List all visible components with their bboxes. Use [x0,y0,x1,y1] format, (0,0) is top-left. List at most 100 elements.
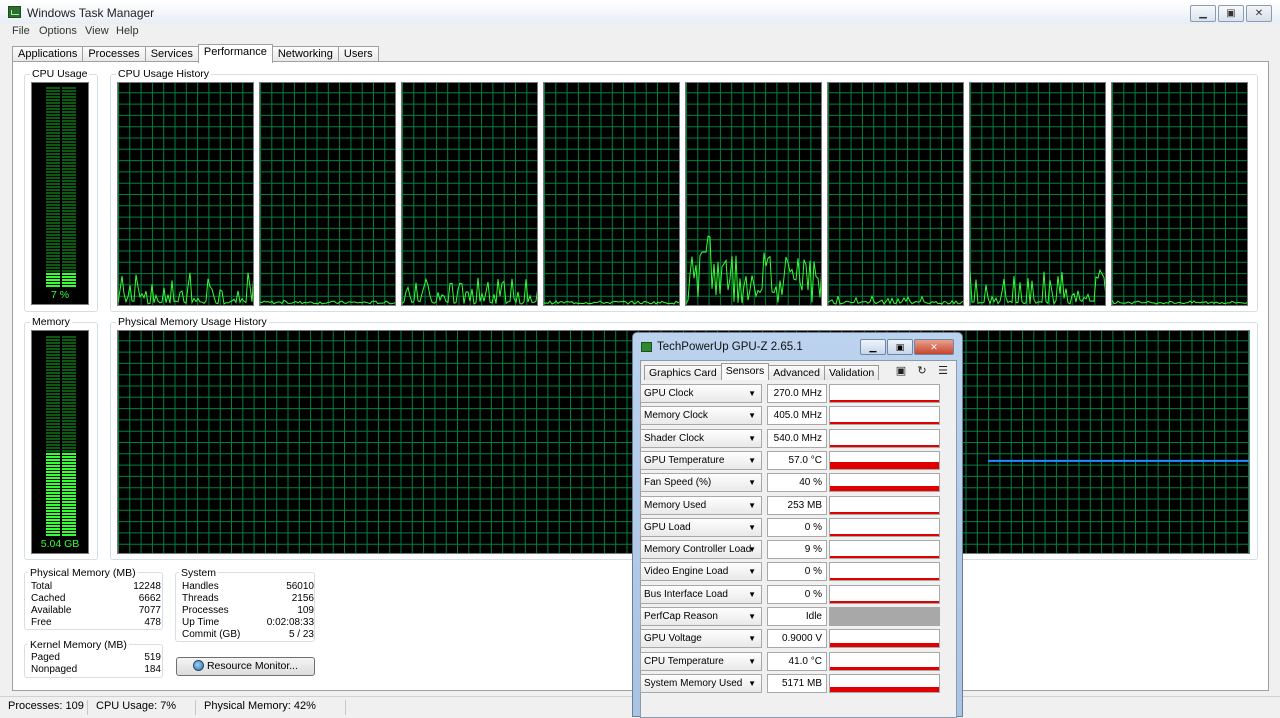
meter-segment [46,198,60,200]
menu-view[interactable]: View [85,25,109,37]
gpuz-title: TechPowerUp GPU-Z 2.65.1 [657,341,803,353]
sensor-name[interactable]: Memory Used ▼ [640,495,762,515]
meter-segment [62,354,76,356]
meter-segment [46,354,60,356]
sensor-name[interactable]: CPU Temperature ▼ [640,651,762,671]
stat-value: 184 [144,664,161,675]
status-cpu-usage: CPU Usage: 7% [88,700,196,715]
resource-monitor-button[interactable]: Resource Monitor... [176,657,315,676]
cpu-history-label: CPU Usage History [116,68,212,80]
gpuz-tab-validation[interactable]: Validation [823,365,880,380]
meter-segment [46,156,60,158]
menu-help[interactable]: Help [116,25,139,37]
sensor-row: GPU Voltage ▼ 0.9000 V [640,629,940,649]
sensor-name[interactable]: GPU Temperature ▼ [640,450,762,470]
meter-segment [46,159,60,161]
sensor-value: 5171 MB [767,673,827,693]
meter-segment [62,108,76,110]
gpuz-tab-sensors[interactable]: Sensors [720,363,770,380]
meter-segment [46,126,60,128]
maximize-button[interactable]: ▣ [1218,5,1244,22]
stat-row: Threads 2156 [182,593,314,605]
meter-segment [62,255,76,257]
sensor-graph [829,495,940,515]
gpuz-window[interactable]: TechPowerUp GPU-Z 2.65.1 ▁ ▣ ✕ Graphics … [632,332,963,718]
meter-segment [46,462,60,464]
minimize-button[interactable]: ▁ [1190,5,1216,22]
meter-segment [46,372,60,374]
stat-row: Cached 6662 [31,593,161,605]
sensor-name-label: GPU Voltage [644,633,702,645]
sensor-graph-fill [830,578,939,581]
memory-meter: 5.04 GB [31,330,89,554]
sensor-value: 0.9000 V [767,629,827,649]
stat-label: Nonpaged [31,664,78,675]
cpu-core-graph [401,82,538,306]
gpuz-tab-advanced[interactable]: Advanced [768,365,825,380]
meter-segment [62,435,76,437]
meter-segment [46,183,60,185]
sensor-graph [829,673,940,693]
title-bar[interactable]: Windows Task Manager ▁ ▣ ✕ [0,0,1280,24]
sensor-name[interactable]: Bus Interface Load ▼ [640,584,762,604]
sensor-graph-fill [830,608,939,625]
sensor-name-label: Fan Speed (%) [644,477,712,489]
sensor-value: 40 % [767,473,827,493]
meter-segment [46,147,60,149]
meter-segment [46,384,60,386]
meter-segment [62,90,76,92]
meter-segment [46,408,60,410]
meter-segment [46,168,60,170]
meter-segment [62,282,76,284]
menu-options[interactable]: Options [39,25,77,37]
close-button[interactable]: ✕ [1246,5,1272,22]
gpuz-maximize-button[interactable]: ▣ [887,339,913,355]
meter-segment [46,435,60,437]
sensor-value: 9 % [767,540,827,560]
sensor-name-label: Bus Interface Load [644,588,728,600]
refresh-icon[interactable]: ↻ [915,365,929,377]
meter-segment [62,528,76,530]
stat-label: Paged [31,652,60,663]
meter-segment [62,393,76,395]
sensor-name[interactable]: Memory Controller Load ▼ [640,540,762,560]
cpu-core-plot [970,83,1105,305]
stat-label: Available [31,605,72,616]
menu-file[interactable]: File [12,25,30,37]
stat-value: 6662 [138,593,161,604]
sensor-graph [829,384,940,403]
sensor-name[interactable]: PerfCap Reason ▼ [640,607,762,626]
sensor-name[interactable]: Fan Speed (%) ▼ [640,473,762,493]
meter-segment [46,105,60,107]
cpu-usage-value: 7 % [50,289,70,301]
camera-icon[interactable]: ▣ [894,365,908,377]
meter-segment [46,99,60,101]
kernel-memory-title: Kernel Memory (MB) [28,639,129,651]
meter-segment [62,129,76,131]
sensor-name[interactable]: GPU Clock ▼ [640,384,762,403]
sensor-name[interactable]: Memory Clock ▼ [640,406,762,426]
meter-segment [62,510,76,512]
resource-monitor-icon [192,660,204,671]
cpu-usage-meter-bars [46,87,76,287]
meter-segment [46,267,60,269]
gpuz-close-button[interactable]: ✕ [914,339,954,355]
gpuz-tab-graphics-card[interactable]: Graphics Card [644,365,722,380]
meter-segment [62,411,76,413]
kernel-memory-box: Kernel Memory (MB) Paged 519 Nonpaged 184 [24,639,163,678]
sensor-graph-fill [830,643,939,648]
meter-segment [62,423,76,425]
sensor-name[interactable]: GPU Voltage ▼ [640,629,762,649]
gpuz-minimize-button[interactable]: ▁ [860,339,886,355]
tab-performance[interactable]: Performance [197,44,273,63]
stat-value: 5 / 23 [288,629,314,640]
sensor-name[interactable]: Shader Clock ▼ [640,428,762,448]
sensor-name[interactable]: System Memory Used ▼ [640,673,762,693]
menu-icon[interactable]: ☰ [936,365,950,377]
sensor-name[interactable]: Video Engine Load ▼ [640,562,762,582]
meter-segment [46,219,60,221]
sensor-graph [829,473,940,493]
meter-segment [62,219,76,221]
meter-segment [62,519,76,521]
sensor-name[interactable]: GPU Load ▼ [640,517,762,537]
